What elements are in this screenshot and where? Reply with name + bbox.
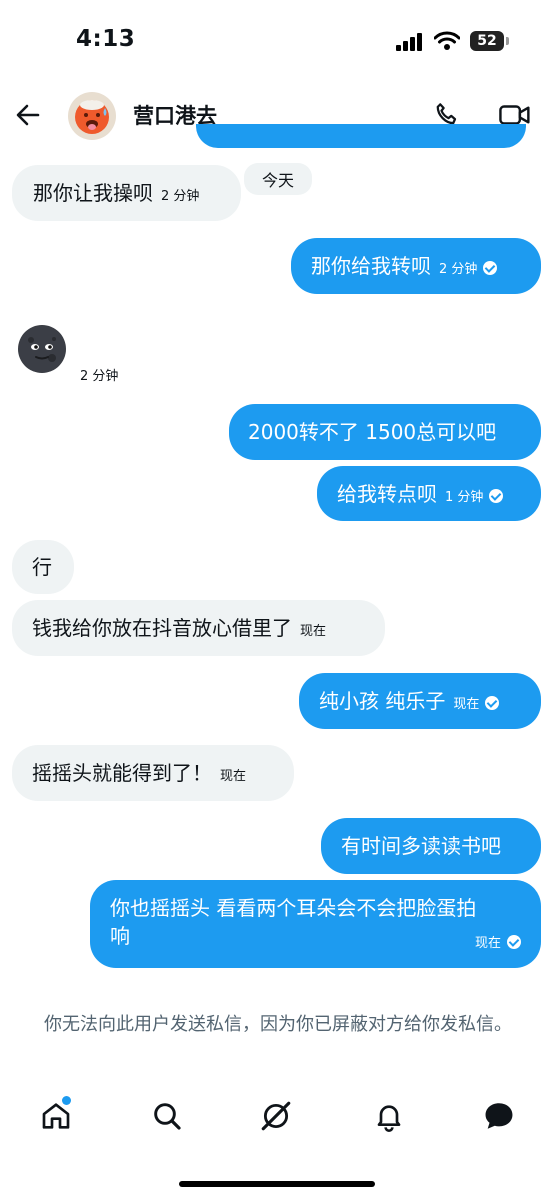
message-timestamp: 现在 (220, 769, 247, 784)
cellular-signal-icon (396, 33, 422, 51)
bell-icon[interactable] (371, 1098, 407, 1134)
message-bubble-outgoing[interactable]: 给我转点呗 1 分钟 (317, 466, 541, 521)
message-text: 给我转点呗 (337, 482, 437, 506)
message-text: 2000转不了 1500总可以吧 (248, 420, 497, 444)
read-check-icon (507, 935, 521, 949)
read-check-icon (483, 261, 498, 275)
message-text: 纯小孩 纯乐子 (319, 689, 446, 713)
hot-face-emoji-icon (75, 100, 109, 134)
message-bubble-outgoing[interactable]: 你也摇摇头 看看两个耳朵会不会把脸蛋拍 响 现在 (90, 880, 541, 968)
message-text: 有时间多读读书吧 (341, 834, 501, 858)
read-check-icon (485, 696, 500, 710)
battery-indicator: 52 (470, 31, 504, 51)
message-text: 摇摇头就能得到了！ (32, 761, 212, 785)
message-timestamp: 现在 (474, 936, 501, 951)
message-bubble-outgoing[interactable]: 那你给我转呗 2 分钟 (291, 238, 541, 294)
message-bubble-incoming[interactable]: 行 (12, 540, 74, 594)
blocked-notice: 你无法向此用户发送私信，因为你已屏蔽对方给你发私信。 (44, 1014, 512, 1035)
battery-tip (506, 37, 509, 45)
message-bubble-incoming[interactable]: 摇摇头就能得到了！ 现在 (12, 745, 294, 801)
message-timestamp: 现在 (453, 697, 480, 712)
message-bubble-outgoing[interactable]: 纯小孩 纯乐子 现在 (299, 673, 541, 729)
grok-icon[interactable] (258, 1098, 294, 1134)
contact-avatar[interactable] (68, 92, 116, 140)
message-bubble-incoming[interactable]: 那你让我操呗 2 分钟 (12, 165, 241, 221)
message-text-line: 你也摇摇头 看看两个耳朵会不会把脸蛋拍 (110, 896, 477, 920)
message-timestamp: 2 分钟 (161, 189, 200, 204)
messages-icon[interactable] (481, 1098, 517, 1134)
search-icon[interactable] (149, 1098, 185, 1134)
notification-dot (62, 1096, 71, 1105)
back-arrow-icon[interactable] (14, 101, 42, 129)
home-indicator (179, 1181, 375, 1187)
message-timestamp: 2 分钟 (439, 262, 478, 277)
message-text: 那你让我操呗 (33, 181, 153, 205)
message-bubble-incoming[interactable]: 钱我给你放在抖音放心借里了 现在 (12, 600, 385, 656)
message-text: 行 (32, 555, 52, 579)
message-text: 那你给我转呗 (311, 254, 431, 278)
message-text-line: 响 (110, 924, 130, 948)
status-time: 4:13 (76, 26, 136, 52)
day-divider: 今天 (244, 163, 312, 195)
read-check-icon (489, 489, 504, 503)
new-moon-face-emoji-icon[interactable] (18, 325, 66, 373)
message-timestamp: 现在 (300, 624, 327, 639)
message-bubble-outgoing[interactable]: 2000转不了 1500总可以吧 (229, 404, 541, 460)
previous-message-bubble (196, 124, 526, 148)
wifi-icon (434, 31, 460, 50)
message-text: 钱我给你放在抖音放心借里了 (32, 616, 292, 640)
message-timestamp: 1 分钟 (445, 490, 484, 505)
message-timestamp: 2 分钟 (80, 369, 119, 384)
message-bubble-outgoing[interactable]: 有时间多读读书吧 (321, 818, 541, 874)
